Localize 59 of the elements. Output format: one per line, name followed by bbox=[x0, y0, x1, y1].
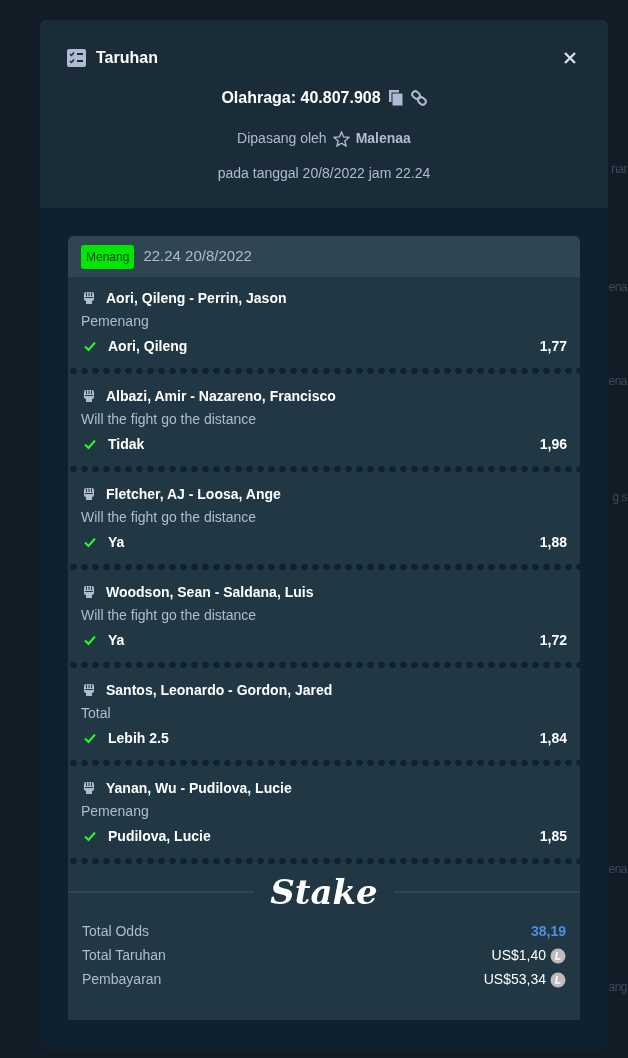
summary-label: Total Odds bbox=[82, 922, 149, 941]
check-icon bbox=[83, 535, 97, 549]
checklist-icon bbox=[67, 49, 86, 67]
fist-icon bbox=[81, 682, 97, 698]
check-icon bbox=[83, 731, 97, 745]
event-title: Aori, Qileng - Perrin, Jason bbox=[106, 288, 287, 308]
placed-by-label: Dipasang oleh bbox=[237, 129, 327, 148]
summary-value: US$53,34 bbox=[483, 970, 546, 989]
bet-date: 22.24 20/8/2022 bbox=[143, 246, 252, 267]
bet-id: Olahraga: 40.807.908 bbox=[221, 88, 381, 108]
summary-value: 38,19 bbox=[530, 922, 566, 941]
summary-value: US$1,40 bbox=[491, 946, 546, 965]
fist-icon bbox=[81, 780, 97, 796]
market-name: Will the fight go the distance bbox=[81, 508, 258, 527]
fist-icon bbox=[81, 486, 97, 502]
fist-icon bbox=[81, 584, 97, 600]
odds: 1,84 bbox=[539, 728, 567, 748]
placed-date: pada tanggal 20/8/2022 jam 22.24 bbox=[216, 164, 432, 183]
market-name: Will the fight go the distance bbox=[81, 410, 258, 429]
check-icon bbox=[83, 829, 97, 843]
check-icon bbox=[83, 633, 97, 647]
event-title: Yanan, Wu - Pudilova, Lucie bbox=[106, 778, 292, 798]
summary-label: Total Taruhan bbox=[82, 946, 166, 965]
star-icon bbox=[332, 130, 350, 147]
market-name: Pemenang bbox=[81, 802, 150, 821]
check-icon bbox=[83, 437, 97, 451]
close-icon bbox=[563, 51, 577, 65]
selection: Ya bbox=[108, 532, 125, 552]
market-name: Total bbox=[81, 704, 112, 723]
selection: Lebih 2.5 bbox=[108, 728, 169, 748]
odds: 1,77 bbox=[539, 336, 567, 356]
link-button[interactable] bbox=[410, 90, 427, 106]
odds: 1,85 bbox=[539, 826, 567, 846]
coin-icon bbox=[550, 971, 566, 988]
market-name: Will the fight go the distance bbox=[81, 606, 258, 625]
event-title: Santos, Leonardo - Gordon, Jared bbox=[106, 680, 333, 700]
selection: Ya bbox=[108, 630, 125, 650]
event-title: Albazi, Amir - Nazareno, Francisco bbox=[106, 386, 336, 406]
selection: Pudilova, Lucie bbox=[108, 826, 211, 846]
fist-icon bbox=[81, 290, 97, 306]
event-title: Fletcher, AJ - Loosa, Ange bbox=[106, 484, 281, 504]
event-title: Woodson, Sean - Saldana, Luis bbox=[106, 582, 314, 602]
link-icon bbox=[410, 90, 427, 106]
copy-button[interactable] bbox=[388, 90, 403, 106]
selection: Aori, Qileng bbox=[108, 336, 188, 356]
coin-icon bbox=[550, 947, 566, 964]
selection: Tidak bbox=[108, 434, 145, 454]
modal-title: Taruhan bbox=[96, 48, 158, 68]
summary-label: Pembayaran bbox=[82, 970, 162, 989]
copy-icon bbox=[388, 90, 403, 106]
market-name: Pemenang bbox=[81, 312, 150, 331]
brand-logo: Stake bbox=[270, 875, 378, 909]
odds: 1,96 bbox=[539, 434, 567, 454]
check-icon bbox=[83, 339, 97, 353]
odds: 1,72 bbox=[539, 630, 567, 650]
odds: 1,88 bbox=[539, 532, 567, 552]
status-badge: Menang bbox=[81, 244, 135, 269]
fist-icon bbox=[81, 388, 97, 404]
user-link[interactable]: Malenaa bbox=[355, 128, 411, 149]
